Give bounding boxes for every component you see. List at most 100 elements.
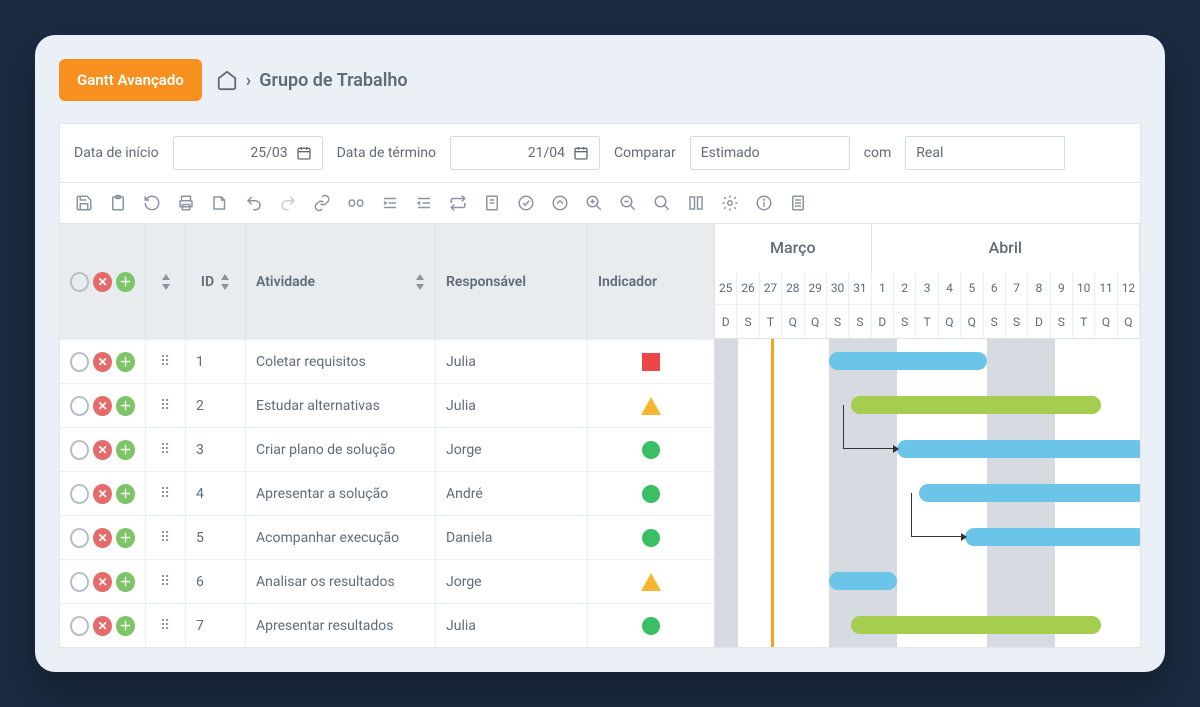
select-icon[interactable] — [70, 484, 89, 504]
header-indicator[interactable]: Indicador — [588, 224, 714, 339]
header-responsible[interactable]: Responsável — [436, 224, 588, 339]
table-row[interactable]: ✕＋⠿4Apresentar a soluçãoAndré — [60, 471, 714, 515]
gantt-body[interactable] — [715, 339, 1140, 647]
select-icon[interactable] — [70, 396, 89, 416]
cell-activity: Analisar os resultados — [246, 560, 436, 603]
calendar-icon — [573, 145, 589, 161]
drag-handle-icon[interactable]: ⠿ — [160, 486, 171, 502]
with-select[interactable]: Real — [905, 136, 1065, 170]
gantt-bar[interactable] — [851, 616, 1101, 634]
indicator-green-circle — [642, 441, 660, 459]
content: ✕ ＋ ID Atividade Responsável Indicador ✕… — [59, 224, 1141, 648]
day-of-week: Q — [1095, 305, 1117, 338]
cell-indicator — [588, 428, 714, 471]
compare-label: Comparar — [614, 145, 676, 161]
gantt-bar[interactable] — [829, 572, 897, 590]
info-icon[interactable] — [754, 193, 774, 213]
end-date-input[interactable]: 21/04 — [450, 136, 600, 170]
header-activity[interactable]: Atividade — [246, 224, 436, 339]
outdent-icon[interactable] — [414, 193, 434, 213]
add-icon[interactable]: ＋ — [116, 484, 135, 504]
zoom-in-icon[interactable] — [584, 193, 604, 213]
day-number: 5 — [961, 272, 983, 305]
select-icon[interactable] — [70, 528, 89, 548]
day-number: 26 — [737, 272, 759, 305]
indicator-green-circle — [642, 617, 660, 635]
add-icon[interactable]: ＋ — [116, 616, 135, 636]
table-row[interactable]: ✕＋⠿6Analisar os resultadosJorge — [60, 559, 714, 603]
select-icon[interactable] — [70, 616, 89, 636]
delete-icon[interactable]: ✕ — [93, 352, 112, 372]
drag-handle-icon[interactable]: ⠿ — [160, 530, 171, 546]
app-frame: Gantt Avançado › Grupo de Trabalho Data … — [35, 35, 1165, 672]
add-icon[interactable]: ＋ — [116, 572, 135, 592]
delete-icon[interactable]: ✕ — [93, 484, 112, 504]
day-number: 6 — [984, 272, 1006, 305]
day-of-week: Q — [961, 305, 983, 338]
delete-all-icon[interactable]: ✕ — [93, 272, 112, 292]
add-icon[interactable]: ＋ — [116, 352, 135, 372]
delete-icon[interactable]: ✕ — [93, 440, 112, 460]
add-icon[interactable]: ＋ — [116, 272, 135, 292]
settings-icon[interactable] — [720, 193, 740, 213]
table-row[interactable]: ✕＋⠿7Apresentar resultadosJulia — [60, 603, 714, 647]
unlink-icon[interactable] — [346, 193, 366, 213]
columns-icon[interactable] — [686, 193, 706, 213]
indicator-red-square — [642, 353, 660, 371]
indent-icon[interactable] — [380, 193, 400, 213]
undo-icon[interactable] — [244, 193, 264, 213]
zoom-out-icon[interactable] — [618, 193, 638, 213]
table-row[interactable]: ✕＋⠿1Coletar requisitosJulia — [60, 339, 714, 383]
list-icon[interactable] — [788, 193, 808, 213]
save-icon[interactable] — [74, 193, 94, 213]
day-of-week: S — [827, 305, 849, 338]
gantt-bar[interactable] — [965, 528, 1140, 546]
gantt-bar[interactable] — [897, 440, 1140, 458]
add-icon[interactable]: ＋ — [116, 440, 135, 460]
day-of-week: T — [916, 305, 938, 338]
drag-handle-icon[interactable]: ⠿ — [160, 398, 171, 414]
drag-handle-icon[interactable]: ⠿ — [160, 618, 171, 634]
check-circle-icon[interactable] — [516, 193, 536, 213]
select-icon[interactable] — [70, 440, 89, 460]
day-number: 3 — [916, 272, 938, 305]
print-icon[interactable] — [176, 193, 196, 213]
cell-activity: Criar plano de solução — [246, 428, 436, 471]
delete-icon[interactable]: ✕ — [93, 396, 112, 416]
link-icon[interactable] — [312, 193, 332, 213]
compare-select[interactable]: Estimado — [690, 136, 850, 170]
select-all-icon[interactable] — [70, 272, 89, 292]
select-icon[interactable] — [70, 352, 89, 372]
day-number: 12 — [1118, 272, 1140, 305]
clipboard-icon[interactable] — [108, 193, 128, 213]
drag-handle-icon[interactable]: ⠿ — [160, 354, 171, 370]
indicator-yellow-triangle — [641, 397, 661, 415]
up-circle-icon[interactable] — [550, 193, 570, 213]
gantt-bar[interactable] — [829, 352, 988, 370]
table-row[interactable]: ✕＋⠿5Acompanhar execuçãoDaniela — [60, 515, 714, 559]
delete-icon[interactable]: ✕ — [93, 572, 112, 592]
add-icon[interactable]: ＋ — [116, 396, 135, 416]
loop-icon[interactable] — [448, 193, 468, 213]
delete-icon[interactable]: ✕ — [93, 616, 112, 636]
dependency-line — [911, 493, 962, 537]
home-icon[interactable] — [216, 69, 238, 91]
export-icon[interactable] — [210, 193, 230, 213]
header-id[interactable]: ID — [186, 224, 246, 339]
gantt-chart: MarçoAbril 25262728293031123456789101112… — [715, 224, 1140, 647]
drag-handle-icon[interactable]: ⠿ — [160, 442, 171, 458]
zoom-fit-icon[interactable] — [652, 193, 672, 213]
header: Gantt Avançado › Grupo de Trabalho — [59, 59, 1141, 101]
table-row[interactable]: ✕＋⠿2Estudar alternativasJulia — [60, 383, 714, 427]
redo-icon[interactable] — [278, 193, 298, 213]
refresh-icon[interactable] — [142, 193, 162, 213]
note-icon[interactable] — [482, 193, 502, 213]
delete-icon[interactable]: ✕ — [93, 528, 112, 548]
add-icon[interactable]: ＋ — [116, 528, 135, 548]
cell-activity: Acompanhar execução — [246, 516, 436, 559]
header-sort[interactable] — [146, 224, 186, 339]
select-icon[interactable] — [70, 572, 89, 592]
table-row[interactable]: ✕＋⠿3Criar plano de soluçãoJorge — [60, 427, 714, 471]
drag-handle-icon[interactable]: ⠿ — [160, 574, 171, 590]
start-date-input[interactable]: 25/03 — [173, 136, 323, 170]
